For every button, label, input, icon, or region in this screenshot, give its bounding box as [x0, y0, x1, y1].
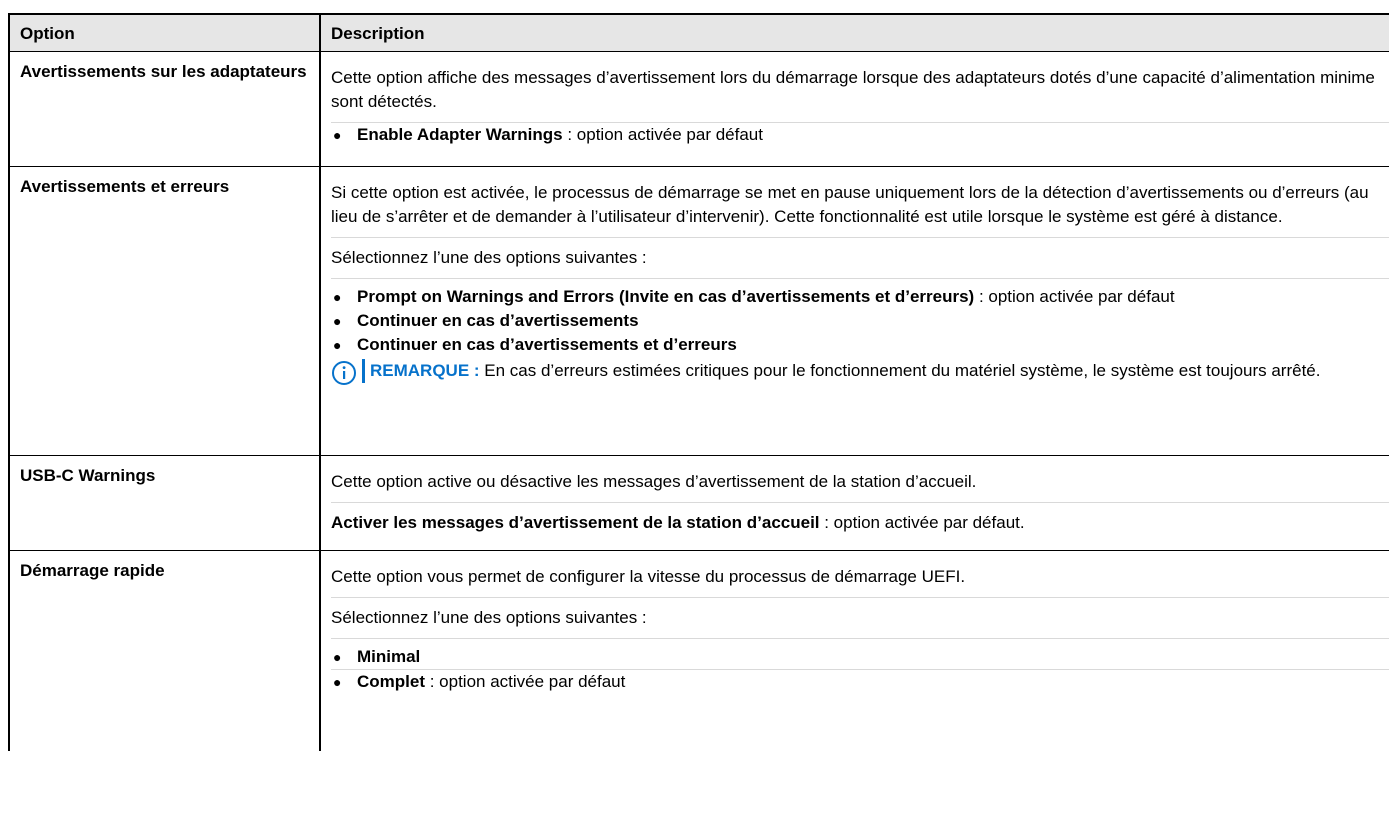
option-name: Avertissements et erreurs [10, 167, 321, 455]
info-circle-icon [332, 361, 356, 385]
bullet-dot-icon: ● [333, 127, 342, 143]
bullet-dot-icon: ● [333, 337, 342, 353]
setting-default: : option activée par défaut [562, 125, 763, 144]
bullet-dot-icon: ● [333, 289, 342, 305]
table-row: USB-C Warnings Cette option active ou dé… [10, 456, 1389, 551]
option-name: USB-C Warnings [10, 456, 321, 550]
table-row: Démarrage rapide Cette option vous perme… [10, 551, 1389, 751]
list-item: ● Continuer en cas d’avertissements et d… [331, 333, 1389, 357]
header-description: Description [331, 24, 425, 43]
setting-name: Activer les messages d’avertissement de … [331, 513, 820, 532]
select-instruction: Sélectionnez l’une des options suivantes… [331, 598, 1389, 639]
list-item: ● Complet : option activée par défaut [331, 670, 1389, 694]
list-item: ● Enable Adapter Warnings : option activ… [331, 123, 1389, 147]
table-row: Avertissements et erreurs Si cette optio… [10, 167, 1389, 456]
table-header-row: Option Description [10, 15, 1389, 52]
note-box: REMARQUE : En cas d’erreurs estimées cri… [331, 357, 1389, 392]
option-value: Complet [357, 672, 425, 691]
description-text: Si cette option est activée, le processu… [331, 167, 1389, 238]
option-description: Cette option affiche des messages d’aver… [321, 52, 1389, 166]
option-description: Cette option active ou désactive les mes… [321, 456, 1389, 550]
table-row: Avertissements sur les adaptateurs Cette… [10, 52, 1389, 167]
select-instruction: Sélectionnez l’une des options suivantes… [331, 238, 1389, 279]
list-item: ● Continuer en cas d’avertissements [331, 309, 1389, 333]
page: Option Description Avertissements sur le… [0, 0, 1389, 820]
note-text: En cas d’erreurs estimées critiques pour… [479, 361, 1321, 380]
description-text: Cette option affiche des messages d’aver… [331, 52, 1389, 123]
option-default: : option activée par défaut [974, 287, 1175, 306]
bios-options-table: Option Description Avertissements sur le… [8, 13, 1389, 751]
header-option: Option [10, 15, 321, 51]
description-text: Cette option active ou désactive les mes… [331, 456, 1389, 503]
option-value: Continuer en cas d’avertissements [357, 311, 639, 330]
option-value: Continuer en cas d’avertissements et d’e… [357, 335, 737, 354]
option-name: Démarrage rapide [10, 551, 321, 751]
setting-name: Enable Adapter Warnings [357, 125, 563, 144]
setting-default: : option activée par défaut. [819, 513, 1025, 532]
option-description: Si cette option est activée, le processu… [321, 167, 1389, 455]
option-name: Avertissements sur les adaptateurs [10, 52, 321, 166]
option-description: Cette option vous permet de configurer l… [321, 551, 1389, 751]
list-item: ● Minimal [331, 639, 1389, 670]
option-default: : option activée par défaut [425, 672, 626, 691]
option-value: Minimal [357, 647, 421, 666]
description-text: Cette option vous permet de configurer l… [331, 551, 1389, 598]
bullet-dot-icon: ● [333, 649, 342, 665]
bullet-dot-icon: ● [333, 313, 342, 329]
option-value: Prompt on Warnings and Errors (Invite en… [357, 287, 975, 306]
note-label: REMARQUE : [370, 361, 480, 380]
list-item: ● Prompt on Warnings and Errors (Invite … [331, 279, 1389, 309]
bullet-dot-icon: ● [333, 674, 342, 690]
